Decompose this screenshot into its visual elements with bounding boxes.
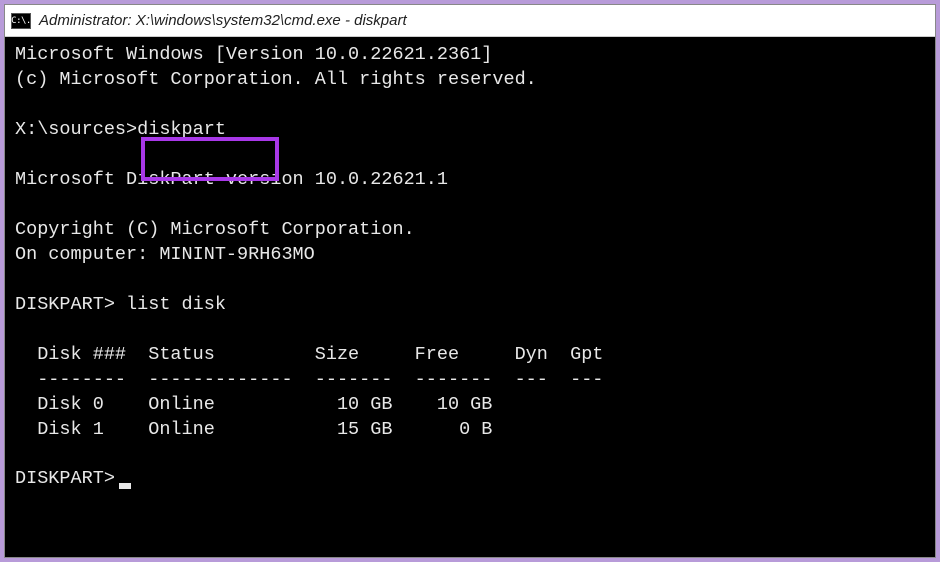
terminal-output[interactable]: Microsoft Windows [Version 10.0.22621.23…: [5, 37, 935, 557]
table-row: Disk 0 Online 10 GB 10 GB: [15, 394, 492, 415]
copyright-line: (c) Microsoft Corporation. All rights re…: [15, 69, 537, 90]
cmd-window: C:\. Administrator: X:\windows\system32\…: [4, 4, 936, 558]
titlebar[interactable]: C:\. Administrator: X:\windows\system32\…: [5, 5, 935, 37]
command-diskpart: diskpart: [137, 119, 226, 140]
table-row: Disk 1 Online 15 GB 0 B: [15, 419, 492, 440]
diskpart-version: Microsoft DiskPart version 10.0.22621.1: [15, 169, 448, 190]
prompt-path: X:\sources>: [15, 119, 137, 140]
computer-name: On computer: MININT-9RH63MO: [15, 244, 315, 265]
version-line: Microsoft Windows [Version 10.0.22621.23…: [15, 44, 492, 65]
diskpart-prompt-active: DISKPART>: [15, 468, 115, 489]
cmd-icon: C:\.: [11, 13, 31, 29]
diskpart-copyright: Copyright (C) Microsoft Corporation.: [15, 219, 415, 240]
command-list-disk: list disk: [126, 294, 226, 315]
table-divider: -------- ------------- ------- ------- -…: [15, 369, 603, 390]
diskpart-prompt: DISKPART>: [15, 294, 115, 315]
cursor-icon: [119, 483, 131, 489]
window-title: Administrator: X:\windows\system32\cmd.e…: [39, 12, 407, 29]
table-header: Disk ### Status Size Free Dyn Gpt: [15, 344, 603, 365]
